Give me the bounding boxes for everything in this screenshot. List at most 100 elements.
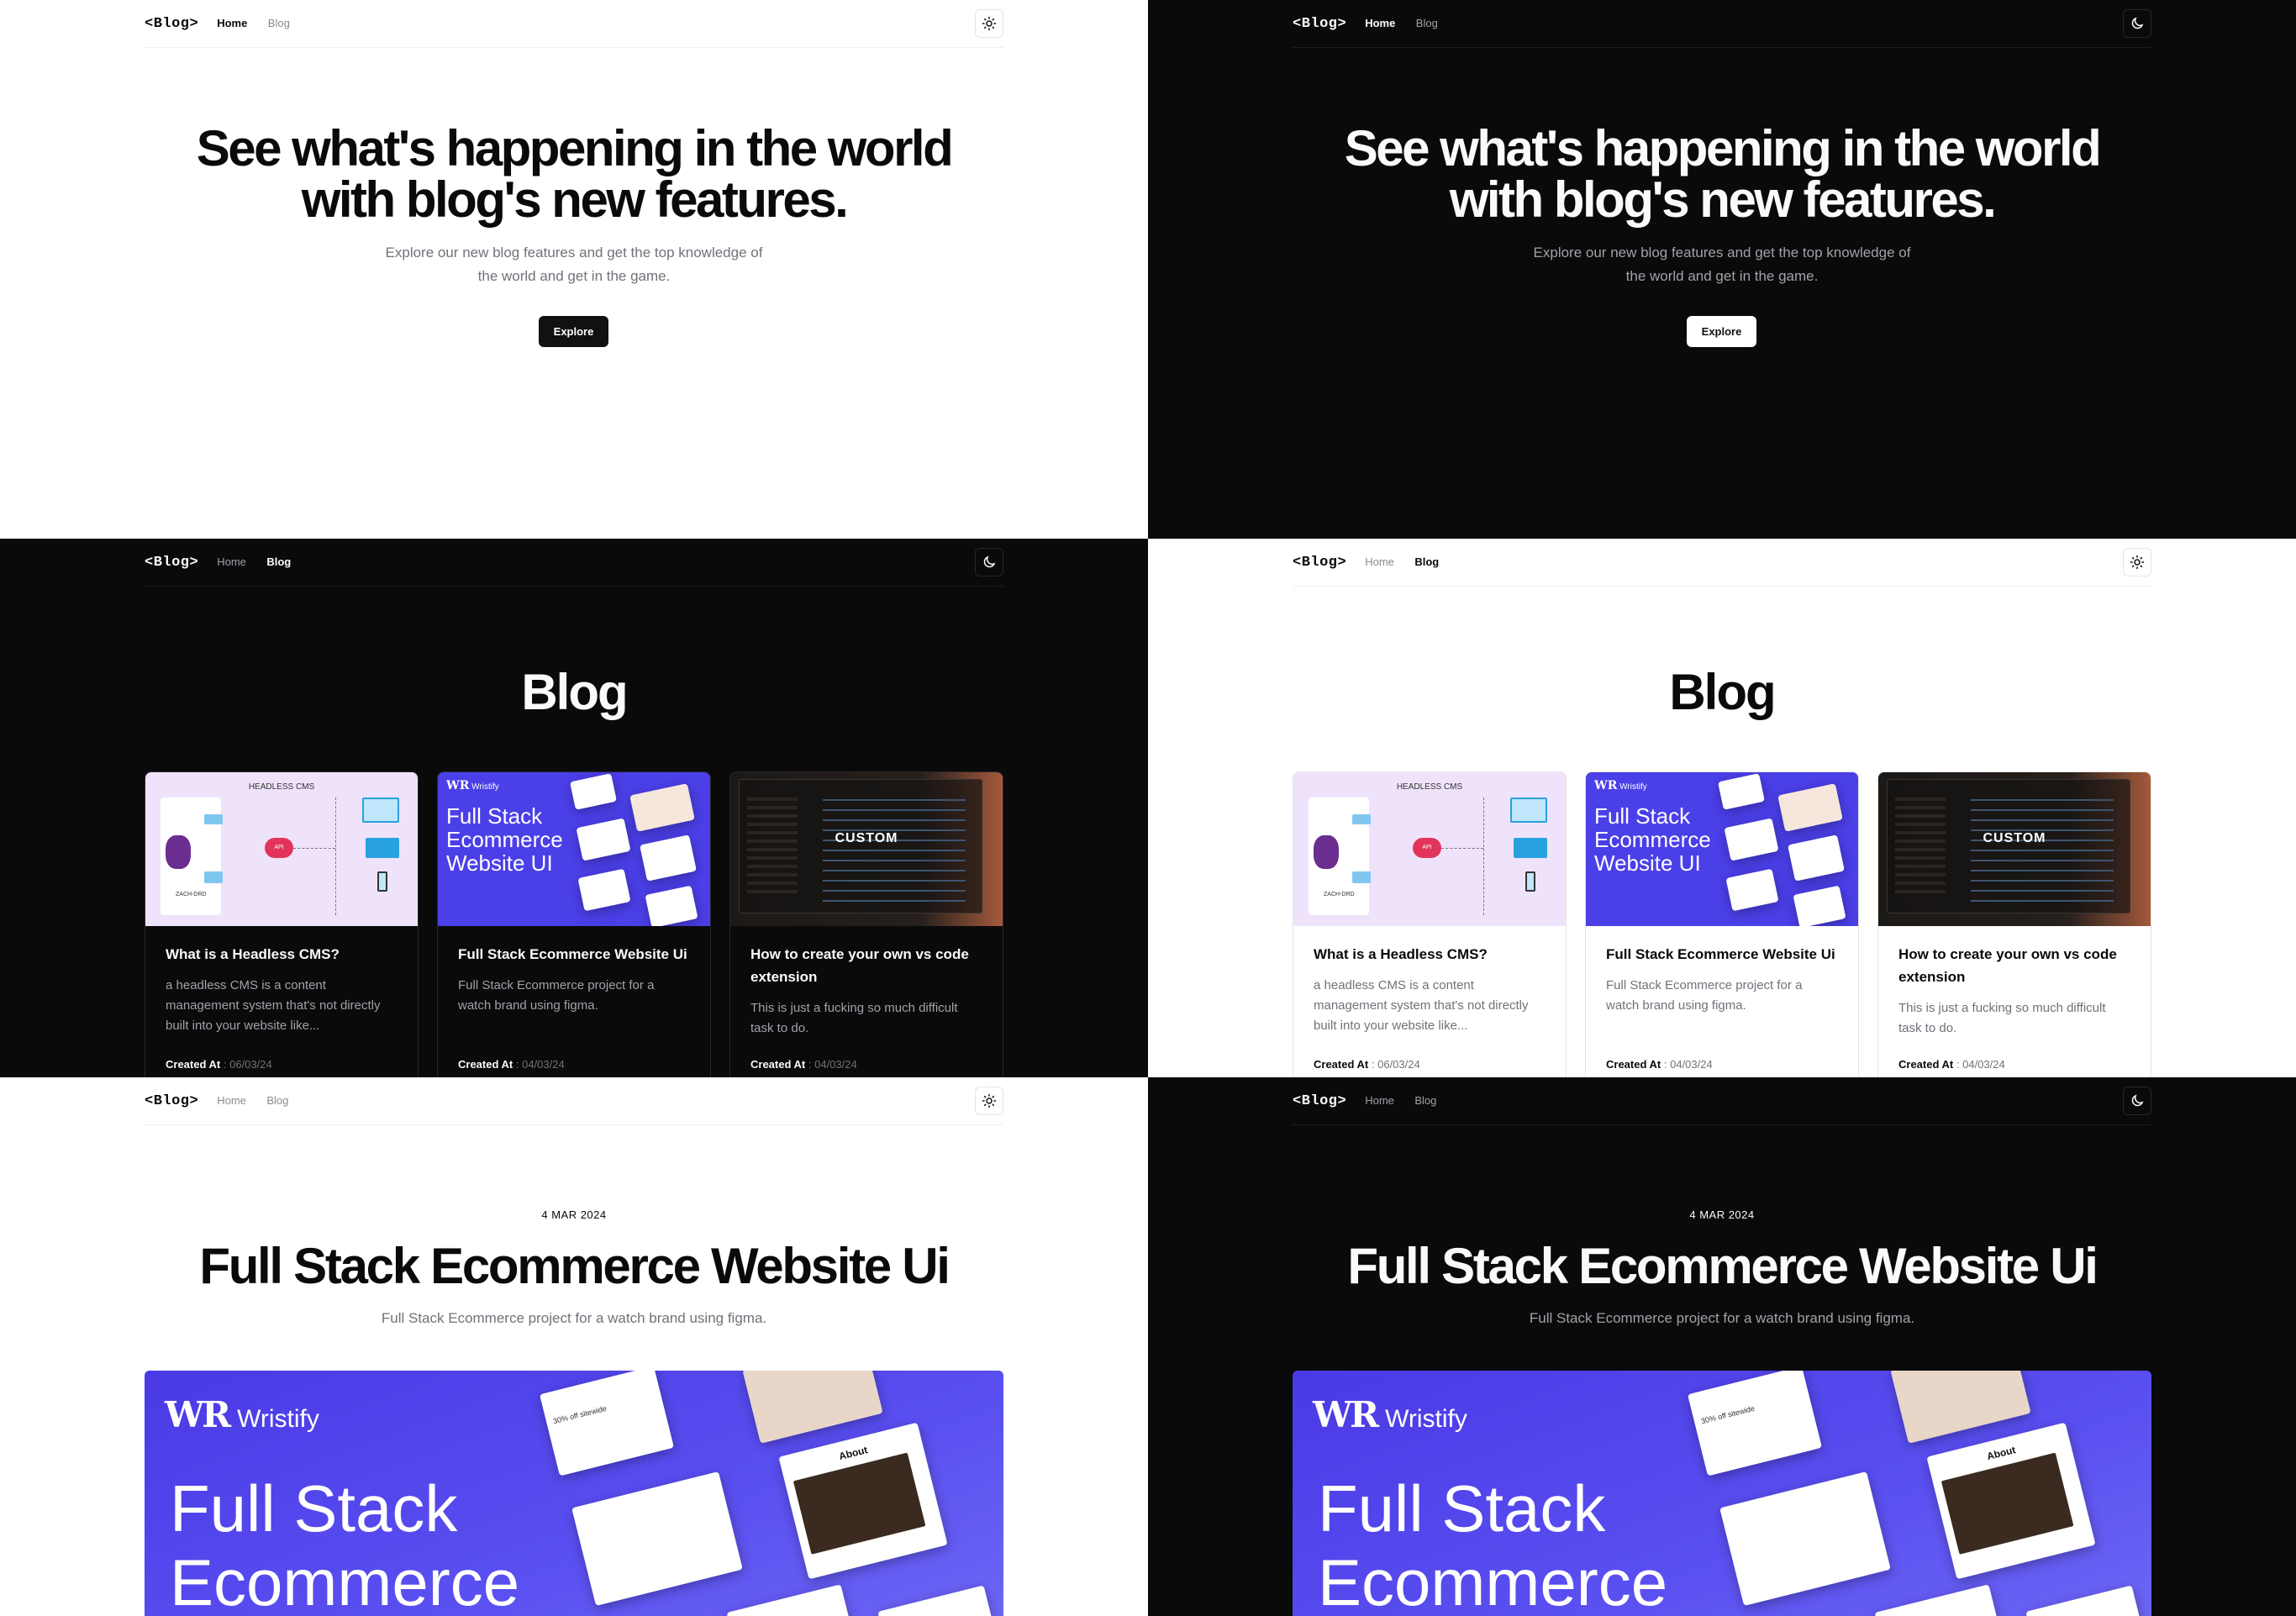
- thumb-label: CUSTOM: [1983, 831, 2046, 845]
- theme-toggle-button[interactable]: [975, 548, 1003, 576]
- monitor-icon: [1510, 797, 1547, 823]
- post-title: Full Stack Ecommerce Website Ui: [1347, 1238, 2099, 1294]
- created-label: Created At: [1898, 1058, 1954, 1071]
- thumb-brand: WR Wristify: [1594, 779, 1647, 792]
- explore-button[interactable]: Explore: [1687, 316, 1756, 347]
- explore-button[interactable]: Explore: [539, 316, 608, 347]
- site-logo[interactable]: <Blog>: [1293, 555, 1346, 571]
- laptop-icon: [366, 838, 399, 858]
- wr-logo-icon: WR: [1313, 1394, 1379, 1435]
- watch-image: [793, 1452, 926, 1555]
- card-title[interactable]: Full Stack Ecommerce Website Ui: [1606, 943, 1838, 966]
- theme-toggle-button[interactable]: [2123, 9, 2151, 38]
- created-date: 04/03/24: [1962, 1058, 2005, 1071]
- nav-home-link[interactable]: Home: [1365, 17, 1395, 29]
- api-cloud-icon: API: [265, 838, 293, 858]
- mockup-screen: [1788, 834, 1845, 882]
- blog-card[interactable]: CUSTOM How to create your own vs code ex…: [729, 771, 1003, 1077]
- created-date: 04/03/24: [1670, 1058, 1713, 1071]
- cover-title-line: Full Stack: [170, 1471, 458, 1545]
- thumb-brand: WR Wristify: [446, 779, 499, 792]
- mockup-text: About: [1985, 1444, 2017, 1463]
- card-body: How to create your own vs code extension…: [1878, 926, 2151, 1039]
- monitor-icon: [362, 797, 399, 823]
- theme-toggle-button[interactable]: [975, 1087, 1003, 1115]
- hero-title: See what's happening in the world with b…: [1148, 123, 2296, 225]
- sun-icon: [2130, 555, 2145, 570]
- nav-home-link[interactable]: Home: [217, 555, 246, 568]
- card-title[interactable]: How to create your own vs code extension: [750, 943, 982, 988]
- card-description: Full Stack Ecommerce project for a watch…: [458, 978, 655, 1013]
- card-thumbnail: CUSTOM: [730, 772, 1003, 926]
- mockup-screen: About: [1926, 1422, 2096, 1580]
- thumb-label: HEADLESS CMS: [1396, 782, 1463, 792]
- site-logo[interactable]: <Blog>: [1293, 1093, 1346, 1109]
- nav-home-link[interactable]: Home: [1365, 555, 1394, 568]
- blog-card[interactable]: HEADLESS CMS ZACH-DRD API What is a Head…: [1293, 771, 1567, 1077]
- blog-card[interactable]: CUSTOM How to create your own vs code ex…: [1877, 771, 2151, 1077]
- created-date: 06/03/24: [1377, 1058, 1420, 1071]
- mockup-screen: 30% off sitewide: [539, 1371, 675, 1477]
- theme-toggle-button[interactable]: [2123, 1087, 2151, 1115]
- nav-home-link[interactable]: Home: [217, 1094, 246, 1107]
- thumb-connector: [335, 797, 336, 915]
- cover-brand: WR Wristify: [1313, 1394, 1467, 1435]
- mockup-screen: [2025, 1585, 2148, 1616]
- blog-card-grid: HEADLESS CMS ZACH-DRD API What is a Head…: [1293, 771, 2151, 1077]
- card-thumbnail: WR Wristify Full Stack Ecommerce Website…: [438, 772, 710, 926]
- api-label: API: [1422, 845, 1432, 850]
- card-date: Created At : 06/03/24: [1314, 1058, 1420, 1071]
- nav-blog-link[interactable]: Blog: [266, 1094, 288, 1107]
- hero-subtitle-line: Explore our new blog features and get th…: [385, 245, 763, 261]
- nav-home-link[interactable]: Home: [217, 17, 247, 29]
- thumb-title: Full Stack Ecommerce Website UI: [1594, 803, 1711, 876]
- card-title[interactable]: Full Stack Ecommerce Website Ui: [458, 943, 690, 966]
- blog-heading: Blog: [1669, 664, 1776, 720]
- moon-icon: [983, 555, 996, 568]
- mockup-screen: [742, 1371, 883, 1444]
- blog-card[interactable]: HEADLESS CMS ZACH-DRD API What is a Head…: [145, 771, 419, 1077]
- nav-blog-link[interactable]: Blog: [1414, 555, 1439, 568]
- nav-home-link[interactable]: Home: [1365, 1094, 1394, 1107]
- site-header: <Blog> Home Blog: [145, 1077, 1003, 1125]
- post-page-light: <Blog> Home Blog 4 MAR 2024 Full Stack E…: [0, 1077, 1148, 1616]
- card-title[interactable]: What is a Headless CMS?: [1314, 943, 1546, 966]
- wr-logo-icon: WR: [165, 1394, 231, 1435]
- mockup-screen: [570, 773, 617, 810]
- created-label: Created At: [166, 1058, 221, 1071]
- site-logo[interactable]: <Blog>: [145, 1093, 198, 1109]
- cover-brand: WR Wristify: [165, 1394, 319, 1435]
- card-title[interactable]: How to create your own vs code extension: [1898, 943, 2130, 988]
- post-description: Full Stack Ecommerce project for a watch…: [1529, 1310, 1915, 1326]
- thumb-brand-name: Wristify: [471, 782, 499, 792]
- nav-blog-link[interactable]: Blog: [268, 17, 290, 29]
- site-logo[interactable]: <Blog>: [145, 16, 198, 32]
- phone-icon: [1525, 871, 1535, 892]
- site-logo[interactable]: <Blog>: [145, 555, 198, 571]
- created-label: Created At: [750, 1058, 806, 1071]
- nav-blog-link[interactable]: Blog: [1414, 1094, 1436, 1107]
- database-icon: [1314, 835, 1339, 869]
- thumb-chip: [1352, 814, 1371, 824]
- site-logo[interactable]: <Blog>: [1293, 16, 1346, 32]
- theme-toggle-button[interactable]: [975, 9, 1003, 38]
- nav-blog-link[interactable]: Blog: [266, 555, 291, 568]
- thumb-connector: [1441, 848, 1483, 849]
- main-nav: Home Blog: [217, 16, 307, 31]
- blog-card[interactable]: WR Wristify Full Stack Ecommerce Website…: [437, 771, 711, 1077]
- card-title[interactable]: What is a Headless CMS?: [166, 943, 398, 966]
- nav-blog-link[interactable]: Blog: [1416, 17, 1438, 29]
- site-header: <Blog> Home Blog: [145, 539, 1003, 587]
- mockup-screen: [1793, 885, 1846, 926]
- mockup-screen: [726, 1584, 857, 1616]
- card-thumbnail: WR Wristify Full Stack Ecommerce Website…: [1586, 772, 1858, 926]
- card-thumbnail: HEADLESS CMS ZACH-DRD API: [1293, 772, 1566, 926]
- mockup-screen: [877, 1585, 1000, 1616]
- hero-title-line: with blog's new features.: [301, 171, 849, 228]
- editor-code: [1971, 794, 2114, 903]
- blog-card[interactable]: WR Wristify Full Stack Ecommerce Website…: [1585, 771, 1859, 1077]
- card-body: Full Stack Ecommerce Website Ui Full Sta…: [438, 926, 710, 1016]
- theme-toggle-button[interactable]: [2123, 548, 2151, 576]
- cover-title: Full Stack Ecommerce: [170, 1471, 519, 1616]
- post-cover-image: WR Wristify Full Stack Ecommerce 30% off …: [1293, 1371, 2151, 1616]
